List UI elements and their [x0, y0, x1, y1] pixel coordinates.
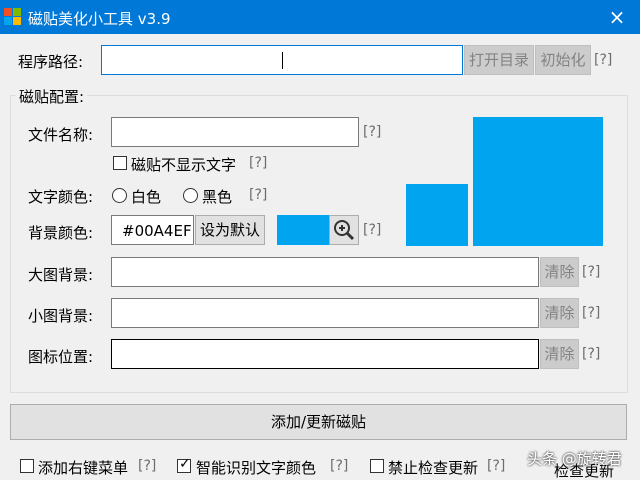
bg-color-help[interactable]: [?] [363, 222, 381, 238]
bg-color-label: 背景颜色: [28, 224, 94, 242]
context-menu-label: 添加右键菜单 [38, 459, 129, 477]
small-bg-label: 小图背景: [28, 307, 94, 325]
hide-text-label: 磁贴不显示文字 [131, 156, 237, 174]
program-path-label: 程序路径: [18, 53, 84, 71]
icon-position-label: 图标位置: [28, 348, 94, 366]
hide-text-checkbox[interactable] [113, 156, 127, 170]
text-color-help[interactable]: [?] [249, 187, 267, 203]
context-menu-checkbox[interactable] [20, 459, 34, 473]
bg-color-swatch[interactable] [277, 215, 329, 245]
disable-update-label: 禁止检查更新 [388, 459, 479, 477]
white-radio[interactable] [112, 188, 127, 203]
file-name-help[interactable]: [?] [363, 124, 381, 140]
file-name-label: 文件名称: [28, 126, 94, 144]
app-logo-icon [4, 8, 22, 26]
set-default-button[interactable]: 设为默认 [195, 215, 265, 245]
check-icon: ✓ [179, 456, 191, 472]
icon-position-clear-button[interactable]: 清除 [540, 339, 579, 369]
white-radio-label: 白色 [131, 188, 162, 206]
large-bg-clear-button[interactable]: 清除 [540, 257, 579, 287]
hide-text-help[interactable]: [?] [249, 155, 267, 171]
tile-config-title: 磁贴配置: [16, 86, 88, 107]
add-update-tile-button[interactable]: 添加/更新磁贴 [10, 404, 627, 440]
disable-update-checkbox[interactable] [370, 459, 384, 473]
smart-color-help[interactable]: [?] [330, 458, 348, 474]
large-bg-help[interactable]: [?] [582, 264, 600, 280]
black-radio[interactable] [183, 188, 198, 203]
text-color-label: 文字颜色: [28, 188, 94, 206]
title-bar: 磁贴美化小工具 v3.9 × [0, 0, 640, 34]
small-bg-input[interactable] [111, 298, 539, 328]
icon-position-help[interactable]: [?] [582, 346, 600, 362]
small-bg-clear-button[interactable]: 清除 [540, 298, 579, 328]
window-title: 磁贴美化小工具 v3.9 [28, 10, 171, 28]
close-icon[interactable]: × [594, 0, 640, 34]
small-tile-preview [406, 184, 468, 246]
program-path-input[interactable] [101, 45, 463, 75]
smart-color-checkbox[interactable]: ✓ [177, 456, 191, 473]
large-bg-label: 大图背景: [28, 266, 94, 284]
disable-update-help[interactable]: [?] [487, 458, 505, 474]
zoom-in-icon[interactable] [329, 215, 359, 245]
watermark-text: 头条 @旋转君 [527, 450, 622, 468]
context-menu-help[interactable]: [?] [138, 458, 156, 474]
open-directory-button[interactable]: 打开目录 [464, 45, 534, 75]
small-bg-help[interactable]: [?] [582, 305, 600, 321]
bg-color-input[interactable]: #00A4EF [111, 215, 194, 245]
icon-position-input[interactable] [111, 339, 539, 369]
smart-color-label: 智能识别文字颜色 [196, 459, 317, 477]
initialize-button[interactable]: 初始化 [535, 45, 591, 75]
text-cursor [282, 52, 283, 69]
black-radio-label: 黑色 [202, 188, 233, 206]
file-name-input[interactable] [111, 117, 359, 147]
program-path-help[interactable]: [?] [594, 52, 612, 68]
large-tile-preview [473, 117, 603, 246]
large-bg-input[interactable] [111, 257, 539, 287]
